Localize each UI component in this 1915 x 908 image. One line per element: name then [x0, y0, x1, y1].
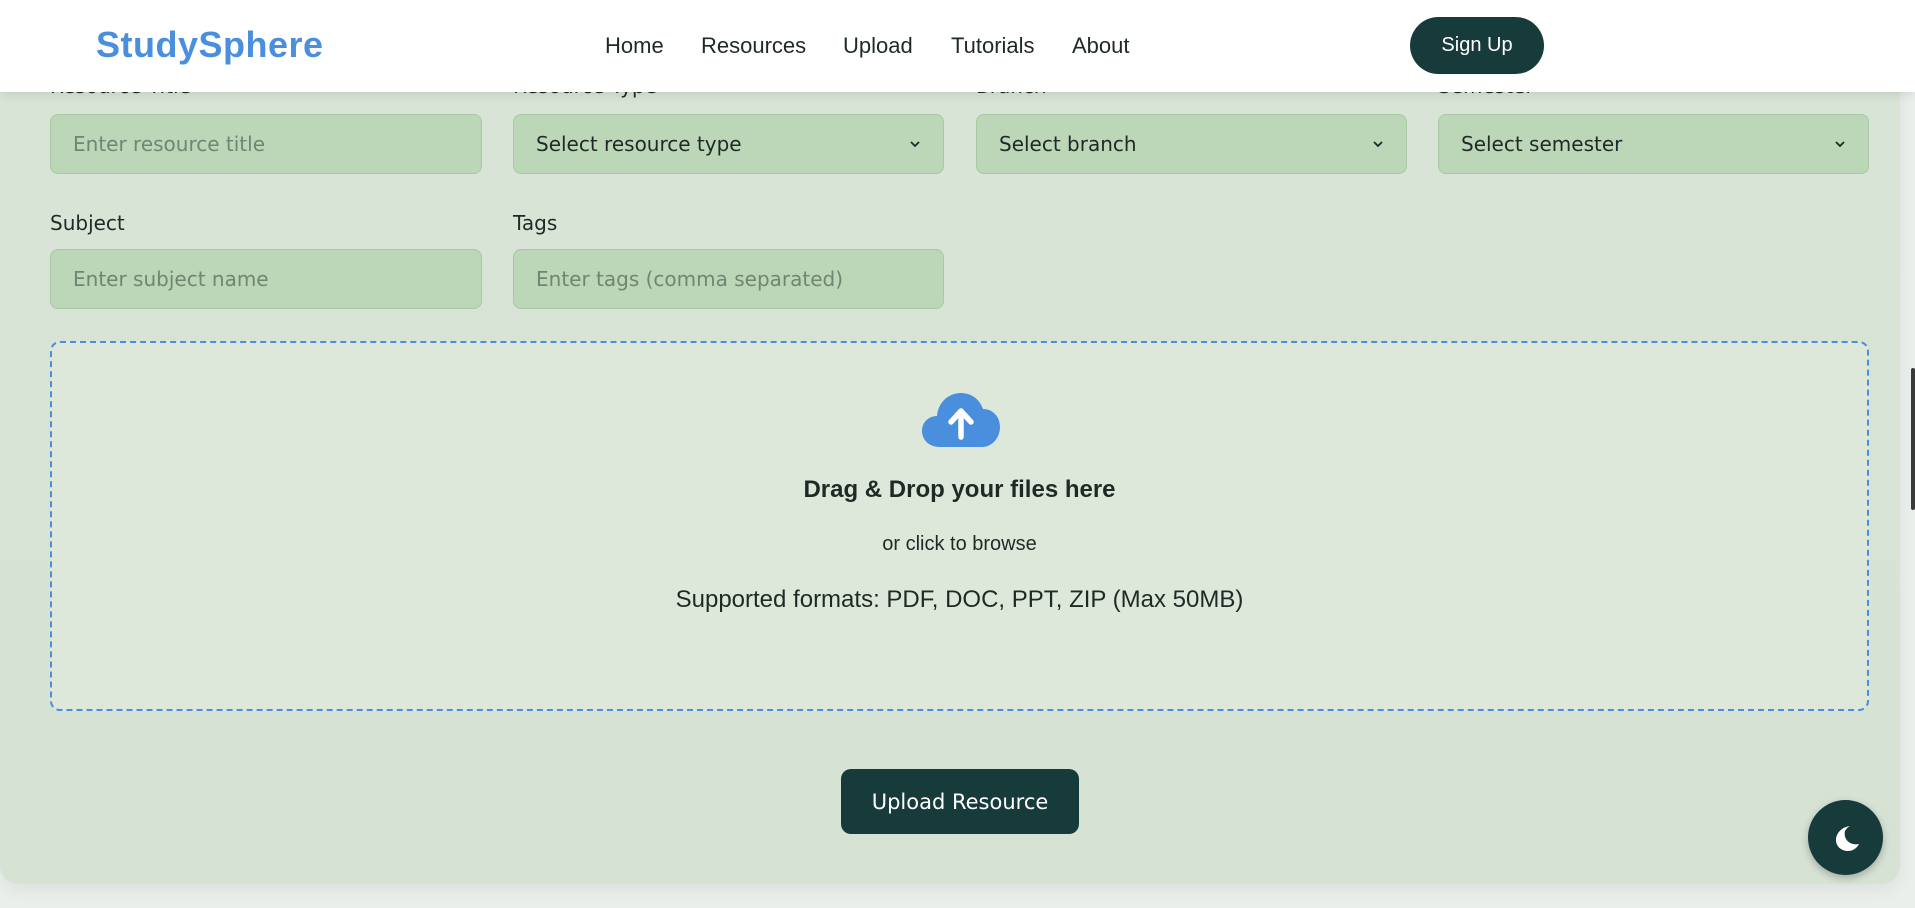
nav-link-about[interactable]: About	[1072, 33, 1130, 59]
branch-select[interactable]: Select branch	[976, 114, 1407, 174]
resource-title-placeholder: Enter resource title	[73, 132, 266, 156]
semester-value: Select semester	[1461, 132, 1623, 156]
subject-placeholder: Enter subject name	[73, 267, 269, 291]
sign-up-button[interactable]: Sign Up	[1410, 17, 1544, 74]
branch-value: Select branch	[999, 132, 1137, 156]
tags-placeholder: Enter tags (comma separated)	[536, 267, 844, 291]
file-dropzone[interactable]: Drag & Drop your files here or click to …	[50, 341, 1869, 711]
logo[interactable]: StudySphere	[96, 24, 324, 66]
upload-form-card: Resource Title Resource Type Branch Seme…	[0, 0, 1900, 884]
dropzone-title: Drag & Drop your files here	[803, 476, 1116, 503]
chevron-down-icon	[910, 141, 920, 148]
dropzone-browse-hint: or click to browse	[882, 533, 1037, 555]
subject-label: Subject	[50, 211, 125, 235]
nav-link-resources[interactable]: Resources	[701, 33, 806, 59]
tags-label: Tags	[513, 211, 558, 235]
nav-link-tutorials[interactable]: Tutorials	[951, 33, 1035, 59]
resource-type-select[interactable]: Select resource type	[513, 114, 944, 174]
nav-link-home[interactable]: Home	[605, 33, 664, 59]
scrollbar-thumb[interactable]	[1911, 368, 1915, 510]
upload-resource-button[interactable]: Upload Resource	[841, 769, 1079, 834]
dropzone-formats: Supported formats: PDF, DOC, PPT, ZIP (M…	[675, 586, 1244, 613]
tags-input[interactable]: Enter tags (comma separated)	[513, 249, 944, 309]
subject-input[interactable]: Enter subject name	[50, 249, 482, 309]
semester-select[interactable]: Select semester	[1438, 114, 1869, 174]
chevron-down-icon	[1835, 141, 1845, 148]
cloud-upload-icon	[922, 393, 1000, 447]
nav-link-upload[interactable]: Upload	[843, 33, 913, 59]
resource-type-value: Select resource type	[536, 132, 742, 156]
resource-title-input[interactable]: Enter resource title	[50, 114, 482, 174]
theme-toggle-button[interactable]	[1808, 800, 1883, 875]
moon-icon	[1835, 825, 1859, 851]
chevron-down-icon	[1373, 141, 1383, 148]
navbar: StudySphere Home Resources Upload Tutori…	[0, 0, 1915, 92]
